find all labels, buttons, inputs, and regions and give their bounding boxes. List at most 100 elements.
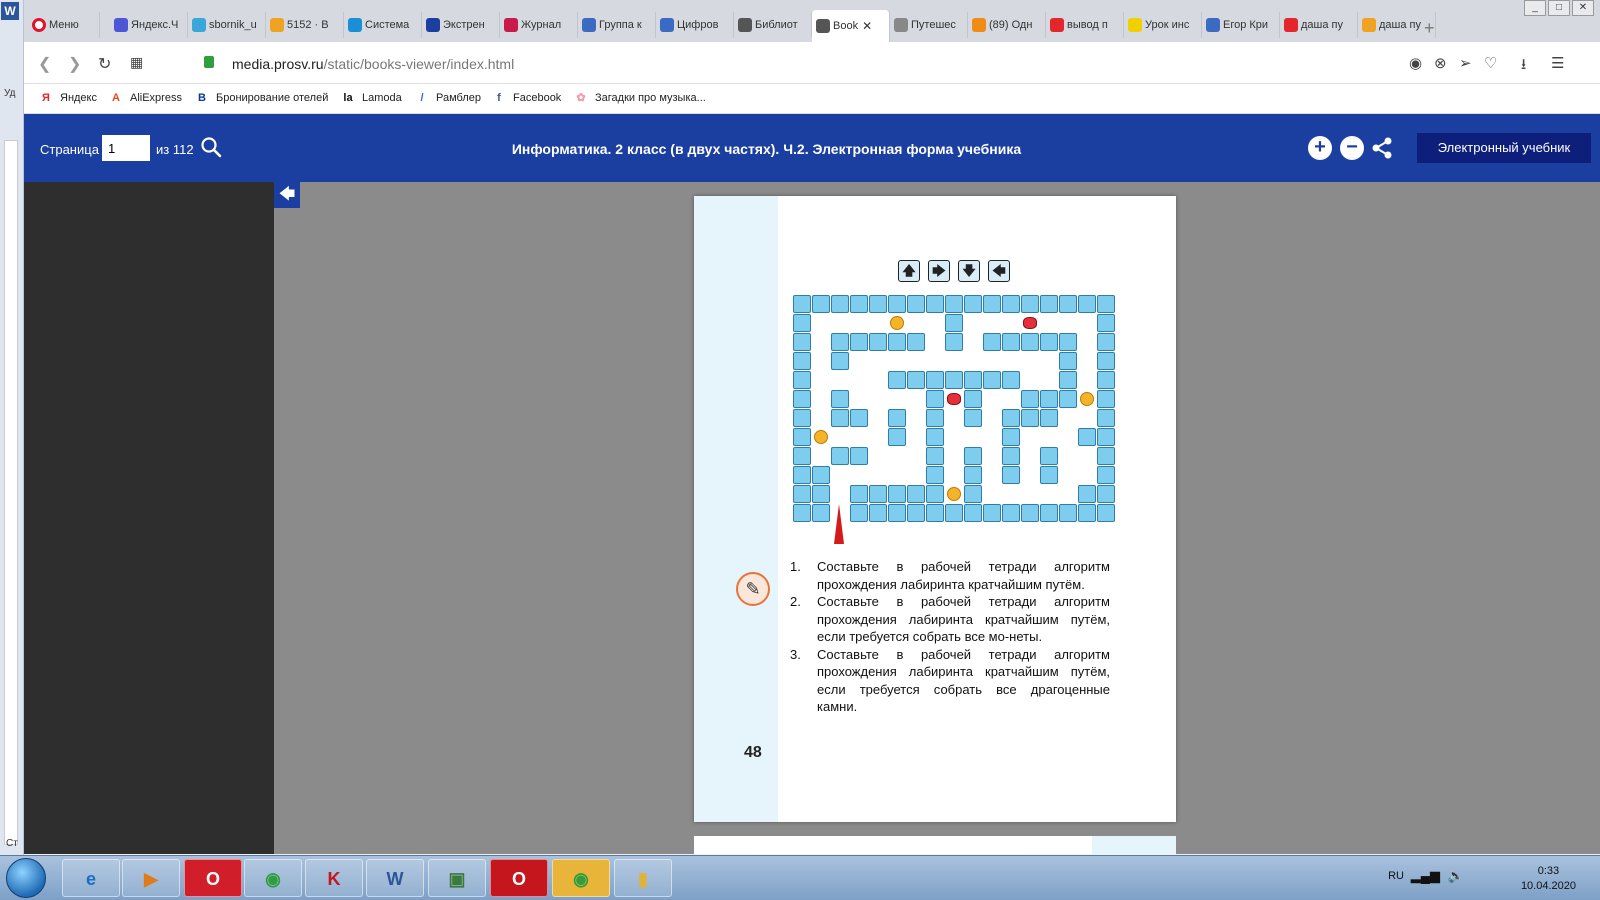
url-field[interactable]: media.prosv.ru/static/books-viewer/index… <box>232 56 514 72</box>
task-number: 3. <box>790 646 801 662</box>
maze-wall-block <box>1040 447 1058 465</box>
close-window-button[interactable]: ✕ <box>1572 0 1594 16</box>
maze-wall-block <box>831 447 849 465</box>
clock-time: 0:33 <box>1537 865 1560 877</box>
next-page-margin <box>1092 836 1176 854</box>
maze-wall-block <box>1040 466 1058 484</box>
document-viewport[interactable]: 🡄 🡅 🡆 🡇 🡄 ✎ 1. Составьте в рабочей тетради а… <box>274 182 1600 854</box>
close-tab-icon[interactable]: ✕ <box>862 19 872 33</box>
start-button[interactable] <box>6 858 46 898</box>
photo-viewer-icon[interactable]: ▣ <box>428 859 486 897</box>
maze-wall-block <box>1078 295 1096 313</box>
maze-wall-block <box>1021 295 1039 313</box>
browser-tab[interactable]: Библиот <box>734 12 812 38</box>
bookmarks-bar: Я Яндекс A AliExpress B Бронирование отелей la… <box>24 84 1600 114</box>
browser-tab[interactable]: Урок инс <box>1124 12 1202 38</box>
coin-icon <box>947 487 961 501</box>
browser-tab[interactable]: Book ✕ <box>812 10 890 42</box>
network-icon[interactable]: ▂▄▆ <box>1411 868 1440 884</box>
maze-wall-block <box>983 504 1001 522</box>
heart-icon[interactable]: ♡ <box>1484 54 1497 72</box>
maze-wall-block <box>945 333 963 351</box>
maze-wall-block <box>793 333 811 351</box>
browser-tab[interactable]: Журнал <box>500 12 578 38</box>
back-button[interactable]: ❮ <box>38 54 51 74</box>
language-indicator[interactable]: RU <box>1388 870 1404 882</box>
browser-tab[interactable]: sbornik_u <box>188 12 266 38</box>
internet-explorer-icon[interactable]: e <box>62 859 120 897</box>
easy-setup-icon[interactable]: ☰ <box>1551 54 1564 72</box>
browser-tab[interactable]: Яндекс.Ч <box>110 12 188 38</box>
bookmark-item[interactable]: A AliExpress <box>108 90 182 106</box>
zoom-out-button[interactable]: − <box>1340 136 1364 160</box>
maze-wall-block <box>831 409 849 427</box>
opera-taskbar-icon[interactable]: O <box>184 859 242 897</box>
bookmark-item[interactable]: Я Яндекс <box>38 90 97 106</box>
tab-favicon-icon <box>1362 18 1376 32</box>
maze-wall-block <box>1059 295 1077 313</box>
tab-label: Экстрен <box>443 19 485 31</box>
file-explorer-icon[interactable]: ▮ <box>614 859 672 897</box>
collapse-panel-button[interactable]: 🡄 <box>274 182 300 208</box>
browser-tab[interactable]: вывод п <box>1046 12 1124 38</box>
maze-wall-block <box>926 371 944 389</box>
arrow-key-icon: 🡅 <box>898 260 920 282</box>
maze-wall-block <box>793 428 811 446</box>
zoom-in-button[interactable]: + <box>1308 136 1332 160</box>
chrome-active-icon[interactable]: ◉ <box>552 859 610 897</box>
reload-button[interactable]: ↻ <box>98 54 111 74</box>
tab-label: Система <box>365 19 410 31</box>
volume-icon[interactable]: 🔈 <box>1448 868 1464 884</box>
bookmark-item[interactable]: / Рамблер <box>414 90 481 106</box>
media-player-icon[interactable]: ▶ <box>122 859 180 897</box>
bookmark-label: Lamoda <box>362 92 402 104</box>
arrow-key-icon: 🡄 <box>988 260 1010 282</box>
gem-icon <box>947 393 961 405</box>
tab-label: Яндекс.Ч <box>131 19 179 31</box>
bookmark-item[interactable]: B Бронирование отелей <box>194 90 328 106</box>
word-taskbar-icon[interactable]: W <box>366 859 424 897</box>
chrome-taskbar-icon[interactable]: ◉ <box>244 859 302 897</box>
tab-favicon-icon <box>1284 18 1298 32</box>
download-icon[interactable]: ⭳ <box>1521 54 1526 79</box>
maze-wall-block <box>850 333 868 351</box>
tab-label: Book <box>833 20 859 32</box>
maze-wall-block <box>1097 333 1115 351</box>
electronic-textbook-button[interactable]: Электронный учебник <box>1417 133 1591 163</box>
maze-wall-block <box>945 371 963 389</box>
tab-favicon-icon <box>348 18 362 32</box>
browser-tab[interactable]: даша пу <box>1358 12 1436 38</box>
word-app-icon[interactable]: W <box>1 2 19 20</box>
task-list: 1. Составьте в рабочей тетради алгоритм п… <box>790 558 1110 716</box>
forward-button[interactable]: ❯ <box>68 54 81 74</box>
browser-tab[interactable]: Группа к <box>578 12 656 38</box>
maximize-button[interactable]: □ <box>1548 0 1570 16</box>
browser-tab[interactable]: Система <box>344 12 422 38</box>
browser-tab[interactable]: (89) Одн <box>968 12 1046 38</box>
minimize-button[interactable]: _ <box>1524 0 1546 16</box>
browser-tab[interactable]: даша пу <box>1280 12 1358 38</box>
bookmark-item[interactable]: ✿ Загадки про музыка... <box>573 90 705 106</box>
url-host: media.prosv.ru <box>232 56 324 72</box>
share-icon[interactable] <box>1370 136 1394 160</box>
browser-tab[interactable]: Экстрен <box>422 12 500 38</box>
bookmark-label: AliExpress <box>130 92 182 104</box>
send-icon[interactable]: ➢ <box>1459 54 1472 72</box>
tab-favicon-icon <box>1206 18 1220 32</box>
bookmark-item[interactable]: f Facebook <box>491 90 561 106</box>
speed-dial-icon[interactable]: ▦ <box>130 54 143 71</box>
browser-tab[interactable]: Путешес <box>890 12 968 38</box>
snapshot-icon[interactable]: ◉ <box>1409 54 1422 72</box>
opera-menu-button[interactable]: Меню <box>28 12 100 38</box>
kaspersky-icon[interactable]: K <box>305 859 363 897</box>
maze-wall-block <box>1002 504 1020 522</box>
clock[interactable]: 0:33 10.04.2020 <box>1521 864 1576 894</box>
adblock-icon[interactable]: ⊗ <box>1434 54 1447 72</box>
maze-wall-block <box>1002 466 1020 484</box>
bookmark-item[interactable]: la Lamoda <box>340 90 402 106</box>
arrow-keys-legend: 🡅 🡆 🡇 🡄 <box>898 260 1018 282</box>
browser-tab[interactable]: Цифров <box>656 12 734 38</box>
browser-tab[interactable]: 5152 · В <box>266 12 344 38</box>
browser-tab[interactable]: Егор Кри <box>1202 12 1280 38</box>
opera-second-icon[interactable]: O <box>490 859 548 897</box>
